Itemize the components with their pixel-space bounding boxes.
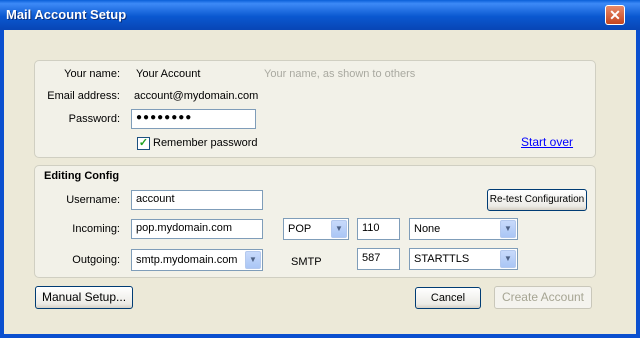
cancel-button[interactable]: Cancel: [415, 287, 481, 309]
incoming-label: Incoming:: [72, 223, 120, 235]
incoming-security-value: None: [414, 223, 441, 235]
email-address-label: Email address:: [47, 90, 120, 102]
incoming-protocol-value: POP: [288, 223, 312, 235]
close-button[interactable]: ✕: [605, 5, 625, 25]
outgoing-label: Outgoing:: [72, 254, 120, 266]
incoming-security-select[interactable]: None ▼: [409, 218, 518, 240]
email-address-value: account@mydomain.com: [134, 90, 259, 102]
chevron-down-icon[interactable]: ▼: [245, 251, 261, 269]
close-icon: ✕: [609, 7, 621, 23]
chevron-down-icon[interactable]: ▼: [500, 220, 516, 238]
outgoing-security-value: STARTTLS: [414, 253, 470, 265]
remember-password-checkbox[interactable]: ✓: [137, 137, 150, 150]
incoming-port-field[interactable]: 110: [357, 218, 400, 240]
retest-configuration-button[interactable]: Re-test Configuration: [487, 189, 587, 211]
username-label: Username:: [66, 194, 120, 206]
window-border-left: [0, 30, 4, 338]
password-label: Password:: [68, 113, 120, 125]
create-account-button[interactable]: Create Account: [494, 286, 592, 309]
chevron-down-icon[interactable]: ▼: [500, 250, 516, 268]
username-field[interactable]: account: [131, 190, 263, 210]
manual-setup-button[interactable]: Manual Setup...: [35, 286, 133, 309]
chevron-down-icon[interactable]: ▼: [331, 220, 347, 238]
window-title: Mail Account Setup: [6, 7, 127, 22]
checkmark-icon: ✓: [138, 137, 149, 149]
your-name-label: Your name:: [64, 68, 120, 80]
outgoing-server-value: smtp.mydomain.com: [136, 254, 238, 266]
password-field[interactable]: ●●●●●●●●: [131, 109, 256, 129]
window-border-bottom: [0, 334, 640, 338]
your-name-value: Your Account: [136, 68, 201, 80]
remember-password-label: Remember password: [153, 137, 258, 149]
window-border-right: [636, 30, 640, 338]
outgoing-port-field[interactable]: 587: [357, 248, 400, 270]
incoming-protocol-select[interactable]: POP ▼: [283, 218, 349, 240]
editing-config-heading: Editing Config: [44, 170, 120, 182]
outgoing-security-select[interactable]: STARTTLS ▼: [409, 248, 518, 270]
your-name-hint: Your name, as shown to others: [264, 68, 416, 80]
start-over-link[interactable]: Start over: [521, 135, 573, 149]
title-bar[interactable]: Mail Account Setup ✕: [0, 0, 640, 30]
mail-account-setup-window: Mail Account Setup ✕ Your name: Your Acc…: [0, 0, 640, 338]
outgoing-server-select[interactable]: smtp.mydomain.com ▼: [131, 249, 263, 271]
outgoing-protocol-label: SMTP: [291, 256, 322, 268]
incoming-server-field[interactable]: pop.mydomain.com: [131, 219, 263, 239]
